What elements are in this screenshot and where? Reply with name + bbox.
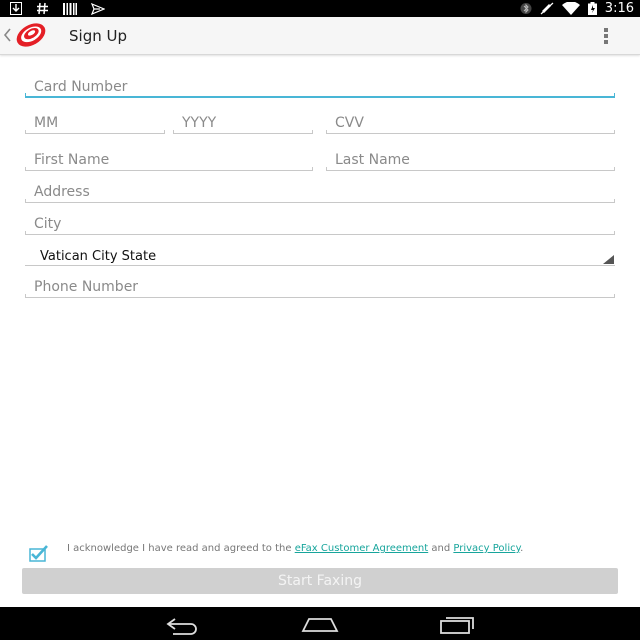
city-field[interactable]: [25, 213, 615, 235]
agreement-text-middle: and: [428, 543, 454, 554]
expiry-year-input[interactable]: [173, 113, 313, 133]
last-name-field[interactable]: [326, 149, 615, 171]
card-number-input[interactable]: [25, 77, 615, 97]
phone-number-input[interactable]: [25, 277, 615, 297]
page-title: Sign Up: [69, 27, 127, 45]
agreement-text-prefix: I acknowledge I have read and agreed to …: [67, 543, 295, 554]
privacy-policy-link[interactable]: Privacy Policy: [453, 543, 520, 554]
status-time: 3:16: [604, 1, 634, 16]
address-field[interactable]: [25, 181, 615, 203]
cvv-field[interactable]: [326, 112, 615, 134]
agreement-text-suffix: .: [520, 543, 524, 554]
last-name-input[interactable]: [326, 150, 615, 170]
country-selected-value: Vatican City State: [40, 249, 157, 264]
expiry-month-field[interactable]: [25, 112, 165, 134]
first-name-input[interactable]: [25, 150, 313, 170]
recent-apps-icon[interactable]: [437, 613, 477, 635]
barcode-icon: [63, 2, 77, 15]
bluetooth-icon: [520, 3, 532, 14]
home-icon[interactable]: [300, 613, 340, 635]
action-bar: Sign Up: [0, 17, 640, 55]
city-input[interactable]: [25, 214, 615, 234]
navigation-bar: [0, 607, 640, 640]
mute-icon: [540, 2, 554, 15]
back-chevron-icon[interactable]: [2, 26, 12, 44]
wifi-icon: [561, 2, 580, 15]
agreement-text: I acknowledge I have read and agreed to …: [67, 543, 523, 554]
status-bar-system: 3:16: [520, 0, 634, 17]
card-number-field[interactable]: [25, 76, 615, 98]
agreement-checkbox[interactable]: [29, 545, 49, 562]
status-bar-notifications: [10, 0, 105, 17]
status-bar: 3:16: [0, 0, 640, 17]
expiry-year-field[interactable]: [173, 112, 313, 134]
send-icon: [91, 2, 105, 15]
expiry-month-input[interactable]: [25, 113, 165, 133]
hashtag-icon: [37, 2, 48, 15]
start-faxing-button[interactable]: Start Faxing: [22, 568, 618, 594]
back-icon[interactable]: [163, 613, 203, 635]
country-dropdown-underline: [25, 265, 615, 266]
address-input[interactable]: [25, 182, 615, 202]
cvv-input[interactable]: [326, 113, 615, 133]
dropdown-arrow-icon: [603, 255, 614, 264]
customer-agreement-link[interactable]: eFax Customer Agreement: [295, 543, 429, 554]
download-icon: [10, 2, 22, 15]
phone-number-field[interactable]: [25, 276, 615, 298]
first-name-field[interactable]: [25, 149, 313, 171]
battery-icon: [587, 2, 597, 15]
efax-logo-icon[interactable]: [14, 20, 48, 50]
country-dropdown[interactable]: Vatican City State: [25, 249, 615, 266]
overflow-menu-icon[interactable]: [600, 26, 612, 46]
